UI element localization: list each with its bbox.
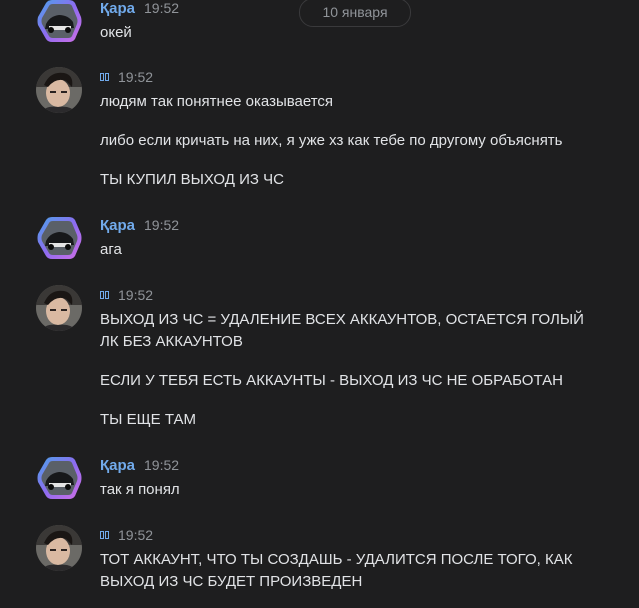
message-header: Қара 19:52 — [100, 0, 639, 18]
message-time: 19:52 — [144, 0, 180, 16]
message-header: 19:52 — [100, 67, 639, 87]
person-avatar[interactable] — [36, 525, 82, 571]
message-content: 19:52 людям так понятнее оказывается либ… — [100, 67, 639, 191]
message-text: окей — [100, 24, 132, 41]
car-avatar[interactable] — [36, 455, 82, 501]
message-content: Қара 19:52 ага — [100, 215, 639, 261]
message-text: либо если кричать на них, я уже хз как т… — [100, 132, 563, 149]
message-content: 19:52 ВЫХОД ИЗ ЧС = УДАЛЕНИЕ ВСЕХ АККАУН… — [100, 285, 639, 431]
author-name[interactable]: Қара — [100, 0, 135, 17]
message-time: 19:52 — [118, 69, 154, 85]
message-header: 19:52 — [100, 285, 639, 305]
person-avatar[interactable] — [36, 67, 82, 113]
author-name[interactable]: Қара — [100, 217, 135, 234]
message-time: 19:52 — [144, 457, 180, 473]
message-header: Қара 19:52 — [100, 215, 639, 235]
message-header: 19:52 — [100, 525, 639, 545]
author-name[interactable]: Қара — [100, 457, 135, 474]
message-text: ТЫ ЕЩЕ ТАМ — [100, 411, 197, 428]
author-name[interactable] — [100, 531, 109, 539]
author-name[interactable] — [100, 291, 109, 299]
message-time: 19:52 — [118, 527, 154, 543]
message-time: 19:52 — [118, 287, 154, 303]
car-avatar[interactable] — [36, 0, 82, 44]
message-time: 19:52 — [144, 217, 180, 233]
message-text: ЕСЛИ У ТЕБЯ ЕСТЬ АККАУНТЫ - ВЫХОД ИЗ ЧС … — [100, 372, 563, 389]
message-content: 19:52 ТОТ АККАУНТ, ЧТО ТЫ СОЗДАШЬ - УДАЛ… — [100, 525, 639, 593]
message-text: ВЫХОД ИЗ ЧС = УДАЛЕНИЕ ВСЕХ АККАУНТОВ, О… — [100, 311, 584, 350]
message-content: Қара 19:52 так я понял — [100, 455, 639, 501]
car-avatar[interactable] — [36, 215, 82, 261]
message-content: Қара 19:52 окей — [100, 0, 639, 44]
message-text: ТЫ КУПИЛ ВЫХОД ИЗ ЧС — [100, 171, 284, 188]
person-avatar[interactable] — [36, 285, 82, 331]
message-text: ТОТ АККАУНТ, ЧТО ТЫ СОЗДАШЬ - УДАЛИТСЯ П… — [100, 551, 573, 590]
message-text: людям так понятнее оказывается — [100, 93, 334, 110]
message-text: так я понял — [100, 481, 180, 498]
author-name[interactable] — [100, 73, 109, 81]
message-header: Қара 19:52 — [100, 455, 639, 475]
message-text: ага — [100, 241, 122, 258]
